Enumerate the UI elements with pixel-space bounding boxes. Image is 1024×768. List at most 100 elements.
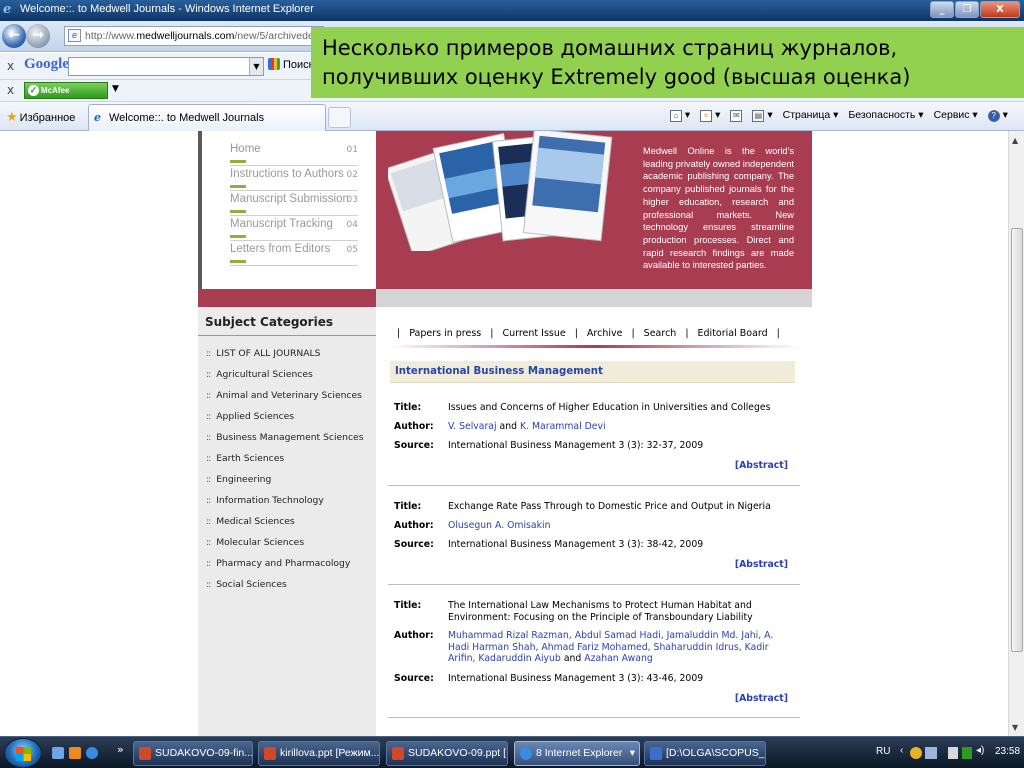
- nav-papers-in-press[interactable]: Papers in press: [409, 328, 481, 339]
- close-button[interactable]: X: [980, 1, 1020, 18]
- subject-item[interactable]: :: Information Technology: [206, 495, 324, 506]
- article-title[interactable]: Exchange Rate Pass Through to Domestic P…: [448, 501, 793, 513]
- tray-app-icon[interactable]: [910, 747, 922, 759]
- bullet-icon: ::: [206, 369, 211, 380]
- subject-label: Engineering: [216, 474, 272, 485]
- subject-item[interactable]: :: Engineering: [206, 474, 271, 485]
- show-desktop-icon[interactable]: [52, 747, 64, 759]
- source-label: Source:: [394, 539, 434, 550]
- nav-letters-from-editors[interactable]: Letters from Editors 05: [230, 241, 358, 266]
- tools-menu[interactable]: Сервис ▾: [934, 109, 978, 122]
- google-logo: Google: [24, 56, 69, 72]
- scroll-down-icon[interactable]: ▼: [1012, 723, 1018, 732]
- help-button[interactable]: ? ▾: [987, 109, 1008, 122]
- subject-item[interactable]: :: Medical Sciences: [206, 516, 295, 527]
- nav-archive[interactable]: Archive: [587, 328, 623, 339]
- close-toolbar-icon[interactable]: x: [7, 83, 14, 97]
- print-button[interactable]: ▤ ▾: [752, 109, 773, 122]
- tray-app-icon[interactable]: [925, 747, 937, 759]
- clock[interactable]: 23:58: [995, 746, 1020, 757]
- taskbar-button[interactable]: [D:\OLGA\SCOPUS_...: [644, 741, 766, 766]
- subject-item[interactable]: :: LIST OF ALL JOURNALS: [206, 348, 320, 359]
- taskbar-button[interactable]: 8 Internet Explorer ▾: [514, 741, 640, 766]
- nav-home[interactable]: Home 01: [230, 141, 358, 166]
- nav-manuscript-tracking[interactable]: Manuscript Tracking 04: [230, 216, 358, 241]
- nav-search[interactable]: Search: [644, 328, 677, 339]
- media-player-icon[interactable]: [69, 747, 81, 759]
- subject-item[interactable]: :: Applied Sciences: [206, 411, 294, 422]
- google-search-label: Поиск: [283, 59, 314, 71]
- nav-instructions-to-authors[interactable]: Instructions to Authors 02: [230, 166, 358, 191]
- source-label: Source:: [394, 440, 434, 451]
- favorites-bar: ★ Избранное e Welcome::. to Medwell Journ…: [0, 102, 1024, 131]
- article-title[interactable]: The International Law Mechanisms to Prot…: [448, 600, 793, 623]
- mail-button[interactable]: ✉: [730, 109, 743, 122]
- google-search-input[interactable]: ▼: [68, 57, 264, 76]
- page-viewport: Home 01 Instructions to Authors 02 Manuscr…: [0, 131, 1008, 736]
- nav-label: Letters from Editors: [230, 243, 331, 255]
- divider: [198, 335, 376, 336]
- chevron-right-icon[interactable]: »: [117, 743, 124, 756]
- nav-current-issue[interactable]: Current Issue: [502, 328, 565, 339]
- google-search-button[interactable]: Поиск: [268, 58, 313, 71]
- article-title[interactable]: Issues and Concerns of Higher Education …: [448, 402, 793, 414]
- help-icon: ?: [987, 110, 1000, 122]
- taskbar-button[interactable]: SUDAKOVO-09.ppt [...: [386, 741, 508, 766]
- subject-item[interactable]: :: Pharmacy and Pharmacology: [206, 558, 350, 569]
- abstract-link[interactable]: [Abstract]: [735, 460, 788, 471]
- article-source: International Business Management 3 (3):…: [448, 673, 704, 684]
- source-label: Source:: [394, 673, 434, 684]
- chevron-left-icon[interactable]: ‹: [900, 745, 903, 756]
- home-button[interactable]: ⌂ ▾: [670, 109, 690, 122]
- feeds-button[interactable]: ≈ ▾: [700, 109, 720, 122]
- new-tab-button[interactable]: [328, 107, 351, 128]
- scrollbar-thumb[interactable]: [1011, 228, 1023, 652]
- internet-explorer-icon[interactable]: [86, 747, 98, 759]
- safety-menu[interactable]: Безопасность ▾: [848, 109, 923, 122]
- browser-tab[interactable]: e Welcome::. to Medwell Journals: [88, 104, 326, 131]
- taskbar-button[interactable]: SUDAKOVO-09-fin....: [133, 741, 253, 766]
- author-link[interactable]: K. Marammal Devi: [520, 421, 606, 432]
- maximize-button[interactable]: ❐: [955, 1, 979, 18]
- close-toolbar-icon[interactable]: x: [7, 59, 14, 73]
- mcafee-siteadvisor-button[interactable]: ✓ McAfee SiteAdvisor: [24, 82, 108, 110]
- taskbar-button[interactable]: kirillova.ppt [Режим...: [258, 741, 380, 766]
- start-button[interactable]: [4, 738, 42, 768]
- volume-icon[interactable]: ◂): [976, 745, 984, 756]
- author-link[interactable]: V. Selvaraj: [448, 421, 497, 432]
- bullet-icon: ::: [206, 579, 211, 590]
- subject-item[interactable]: :: Earth Sciences: [206, 453, 284, 464]
- url-path: /new/5/archivedeta: [234, 30, 323, 42]
- language-indicator[interactable]: RU: [876, 746, 890, 757]
- vertical-scrollbar[interactable]: ▲ ▼: [1008, 131, 1024, 736]
- bullet-icon: ::: [206, 411, 211, 422]
- author-link[interactable]: Azahan Awang: [584, 653, 652, 664]
- battery-icon[interactable]: [962, 747, 972, 759]
- minimize-button[interactable]: _: [930, 1, 954, 18]
- subject-label: Molecular Sciences: [216, 537, 305, 548]
- window-controls: _ ❐ X: [930, 1, 1020, 18]
- page-menu[interactable]: Страница ▾: [783, 109, 839, 122]
- nav-manuscript-submission[interactable]: Manuscript Submission 03: [230, 191, 358, 216]
- chevron-down-icon[interactable]: ▼: [249, 58, 263, 75]
- author-label: Author:: [394, 630, 434, 641]
- abstract-link[interactable]: [Abstract]: [735, 559, 788, 570]
- subject-item[interactable]: :: Social Sciences: [206, 579, 287, 590]
- author-link[interactable]: Olusegun A. Omisakin: [448, 520, 550, 531]
- chevron-down-icon[interactable]: ▼: [112, 84, 119, 94]
- powerpoint-icon: [264, 747, 276, 760]
- bullet-icon: ::: [206, 348, 211, 359]
- scroll-up-icon[interactable]: ▲: [1012, 136, 1018, 145]
- network-icon[interactable]: [948, 747, 958, 759]
- subject-item[interactable]: :: Molecular Sciences: [206, 537, 304, 548]
- back-button[interactable]: ←: [2, 24, 26, 48]
- abstract-link[interactable]: [Abstract]: [735, 693, 788, 704]
- forward-button[interactable]: →: [26, 24, 50, 48]
- url-field[interactable]: e http://www.medwelljournals.com/new/5/a…: [64, 26, 324, 46]
- nav-editorial-board[interactable]: Editorial Board: [698, 328, 768, 339]
- favorites-button[interactable]: ★ Избранное: [6, 109, 75, 125]
- bullet-icon: ::: [206, 432, 211, 443]
- subject-item[interactable]: :: Business Management Sciences: [206, 432, 363, 443]
- subject-item[interactable]: :: Animal and Veterinary Sciences: [206, 390, 362, 401]
- subject-item[interactable]: :: Agricultural Sciences: [206, 369, 313, 380]
